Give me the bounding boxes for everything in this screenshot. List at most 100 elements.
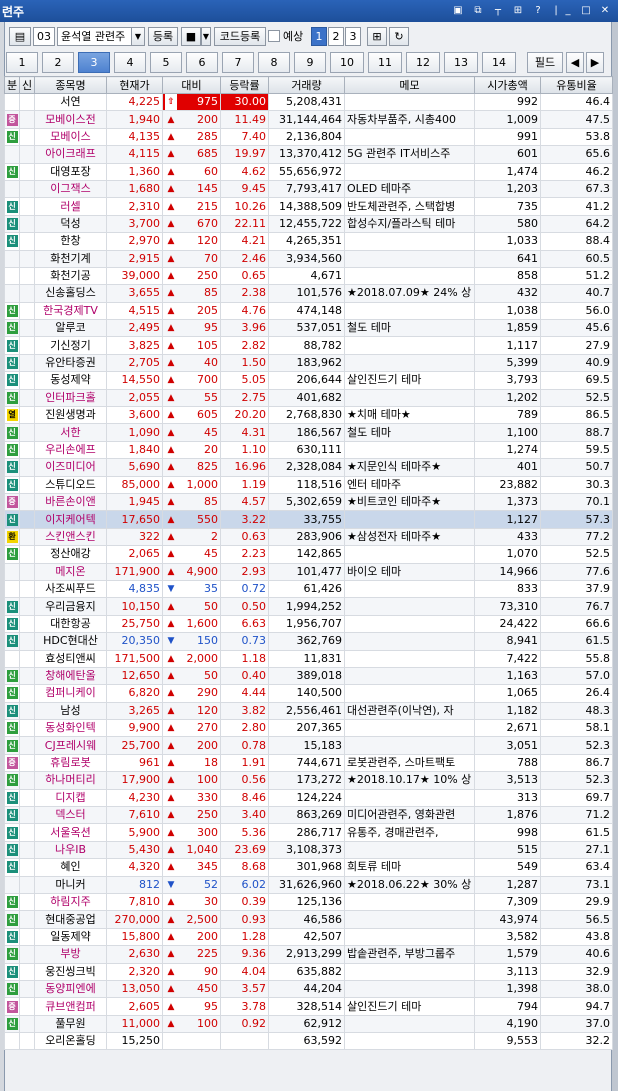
stock-name[interactable]: 대영포장: [34, 162, 107, 181]
table-row[interactable]: 신 부방 2,630 ▲ 225 9.36 2,913,299 밥솥관련주, 부방그룹주 1,5…: [4, 945, 613, 964]
table-row[interactable]: 화천기계 2,915 ▲ 70 2.46 3,934,560 641 60.5: [4, 249, 613, 268]
refresh-icon[interactable]: ↻: [389, 27, 409, 46]
table-row[interactable]: 신 서울옥션 5,900 ▲ 300 5.36 286,717 유통주, 경매관련주, 998…: [4, 823, 613, 842]
tab-1[interactable]: 1: [6, 52, 38, 73]
col-header-sin[interactable]: 신: [19, 76, 35, 94]
stock-name[interactable]: 화천기계: [34, 249, 107, 268]
page-3-button[interactable]: 3: [345, 27, 361, 46]
col-header-marketcap[interactable]: 시가총액: [474, 76, 541, 94]
table-row[interactable]: 신 동양피엔에 13,050 ▲ 450 3.57 44,204 1,398 38.0: [4, 979, 613, 999]
stock-name[interactable]: 컴퍼니케이: [34, 684, 107, 703]
stock-name[interactable]: 아이크래프: [34, 145, 107, 164]
stock-name[interactable]: 진원생명과: [34, 406, 107, 425]
table-row[interactable]: 메지온 171,900 ▲ 4,900 2.93 101,477 바이오 테마 14,966 7…: [4, 562, 613, 581]
stock-name[interactable]: 서한: [34, 423, 107, 442]
table-row[interactable]: 신 덱스터 7,610 ▲ 250 3.40 863,269 미디어관련주, 영화관련 1,87…: [4, 806, 613, 825]
table-row[interactable]: 신 이지케어텍 17,650 ▲ 550 3.22 33,755 1,127 57.3: [4, 510, 613, 529]
stock-name[interactable]: 동성제약: [34, 371, 107, 390]
table-row[interactable]: 신 남성 3,265 ▲ 120 3.82 2,556,461 대선관련주(이낙연), 자 1,…: [4, 701, 613, 721]
table-row[interactable]: 신 하나머티리 17,900 ▲ 100 0.56 173,272 ★2018.10.17★ …: [4, 771, 613, 790]
stock-name[interactable]: 알루코: [34, 319, 107, 338]
stock-name[interactable]: 스킨앤스킨: [34, 527, 107, 547]
field-button[interactable]: 필드: [527, 52, 563, 73]
table-row[interactable]: 신 웅진씽크빅 2,320 ▲ 90 4.04 635,882 3,113 32.9: [4, 962, 613, 981]
pin-icon[interactable]: ┬: [490, 3, 506, 18]
tab-9[interactable]: 9: [294, 52, 326, 73]
table-row[interactable]: 이그잭스 1,680 ▲ 145 9.45 7,793,417 OLED 테마주 1,203 6…: [4, 179, 613, 199]
page-2-button[interactable]: 2: [328, 27, 344, 46]
table-row[interactable]: 신 한국경제TV 4,515 ▲ 205 4.76 474,148 1,038 56.0: [4, 301, 613, 321]
table-row[interactable]: 신 우리금융지 10,150 ▲ 50 0.50 1,994,252 73,310 76.7: [4, 597, 613, 616]
table-row[interactable]: 신 동성화인텍 9,900 ▲ 270 2.80 207,365 2,671 58.1: [4, 719, 613, 738]
stock-name[interactable]: 이즈미디어: [34, 458, 107, 477]
col-header-memo[interactable]: 메모: [344, 76, 475, 94]
forecast-checkbox[interactable]: [268, 30, 280, 42]
table-row[interactable]: 증 큐브앤컴퍼 2,605 ▲ 95 3.78 328,514 살인진드기 테마 794 94.7: [4, 997, 613, 1016]
tab-2[interactable]: 2: [42, 52, 74, 73]
table-row[interactable]: 신 나우IB 5,430 ▲ 1,040 23.69 3,108,373 515 27.1: [4, 840, 613, 860]
table-row[interactable]: 신 디지캡 4,230 ▲ 330 8.46 124,224 313 69.7: [4, 788, 613, 808]
table-row[interactable]: 아이크래프 4,115 ▲ 685 19.97 13,370,412 5G 관련주 IT서비…: [4, 145, 613, 164]
menu-icon[interactable]: ▤: [9, 27, 31, 46]
col-header-bun[interactable]: 분: [4, 76, 20, 94]
stock-name[interactable]: 현대중공업: [34, 910, 107, 929]
stock-name[interactable]: 하나머티리: [34, 771, 107, 790]
table-row[interactable]: 사조씨푸드 4,835 ▼ 35 0.72 61,426 833 37.9: [4, 579, 613, 599]
stock-name[interactable]: 모베이스전: [34, 110, 107, 129]
stock-name[interactable]: 메지온: [34, 562, 107, 581]
col-header-volume[interactable]: 거래량: [268, 76, 345, 94]
table-row[interactable]: 신 혜인 4,320 ▲ 345 8.68 301,968 희토류 테마 549 63.4: [4, 858, 613, 877]
stock-name[interactable]: 우리금융지: [34, 597, 107, 616]
table-row[interactable]: 신 대영포장 1,360 ▲ 60 4.62 55,656,972 1,474 46.2: [4, 162, 613, 181]
table-row[interactable]: 환 스킨앤스킨 322 ▲ 2 0.63 283,906 ★삼성전자 테마주★ 433 77.2: [4, 527, 613, 547]
table-row[interactable]: 신 컴퍼니케이 6,820 ▲ 290 4.44 140,500 1,065 26.4: [4, 684, 613, 703]
col-header-rate[interactable]: 등락률: [220, 76, 269, 94]
table-row[interactable]: 신 러셀 2,310 ▲ 215 10.26 14,388,509 반도체관련주, 스택합병 7…: [4, 197, 613, 216]
stock-name[interactable]: 유안타증권: [34, 353, 107, 373]
chevron-down-icon[interactable]: ▼: [201, 27, 211, 46]
table-row[interactable]: 화천기공 39,000 ▲ 250 0.65 4,671 858 51.2: [4, 266, 613, 286]
table-row[interactable]: 신 현대중공업 270,000 ▲ 2,500 0.93 46,586 43,974 56.5: [4, 910, 613, 929]
stock-name[interactable]: 웅진씽크빅: [34, 962, 107, 981]
stock-name[interactable]: 혜인: [34, 858, 107, 877]
stock-name[interactable]: 기신정기: [34, 336, 107, 355]
minimize-icon[interactable]: _: [560, 3, 576, 18]
tab-8[interactable]: 8: [258, 52, 290, 73]
col-header-name[interactable]: 종목명: [34, 76, 107, 94]
stock-name[interactable]: 오리온홀딩: [34, 1032, 107, 1051]
table-row[interactable]: 신 한창 2,970 ▲ 120 4.21 4,265,351 1,033 88.4: [4, 232, 613, 251]
stock-name[interactable]: 스튜디오드: [34, 475, 107, 494]
table-row[interactable]: 증 모베이스전 1,940 ▲ 200 11.49 31,144,464 자동차부품주, 시총…: [4, 110, 613, 129]
stock-name[interactable]: 사조씨푸드: [34, 579, 107, 599]
tab-7[interactable]: 7: [222, 52, 254, 73]
table-row[interactable]: 신 창해에탄올 12,650 ▲ 50 0.40 389,018 1,163 57.0: [4, 666, 613, 686]
stock-name[interactable]: 모베이스: [34, 127, 107, 147]
tab-6[interactable]: 6: [186, 52, 218, 73]
stock-name[interactable]: 부방: [34, 945, 107, 964]
chevron-down-icon[interactable]: ▼: [131, 27, 145, 46]
tab-5[interactable]: 5: [150, 52, 182, 73]
square-icon[interactable]: ■: [181, 27, 201, 46]
stock-name[interactable]: 서연: [34, 92, 107, 112]
code-register-button[interactable]: 코드등록: [214, 27, 266, 46]
tab-3[interactable]: 3: [78, 52, 110, 73]
page-1-button[interactable]: 1: [311, 27, 327, 46]
stock-name[interactable]: 일동제약: [34, 927, 107, 947]
table-row[interactable]: 효성티앤씨 171,500 ▲ 2,000 1.18 11,831 7,422 55.8: [4, 649, 613, 668]
stock-name[interactable]: 덕성: [34, 214, 107, 234]
table-row[interactable]: 신 알루코 2,495 ▲ 95 3.96 537,051 철도 테마 1,859 45.6: [4, 319, 613, 338]
table-row[interactable]: 신 일동제약 15,800 ▲ 200 1.28 42,507 3,582 43.8: [4, 927, 613, 947]
stock-name[interactable]: 한창: [34, 232, 107, 251]
layout-icon[interactable]: ▣: [450, 3, 466, 18]
next-arrow-icon[interactable]: ▶: [586, 52, 604, 73]
table-row[interactable]: 신 모베이스 4,135 ▲ 285 7.40 2,136,804 991 53.8: [4, 127, 613, 147]
help-icon[interactable]: ?: [530, 3, 546, 18]
stock-name[interactable]: 큐브앤컴퍼: [34, 997, 107, 1016]
col-header-float[interactable]: 유통비율: [540, 76, 613, 94]
table-row[interactable]: 신 우리손에프 1,840 ▲ 20 1.10 630,111 1,274 59.5: [4, 440, 613, 460]
stock-name[interactable]: HDC현대산: [34, 632, 107, 651]
stock-name[interactable]: 정산애강: [34, 545, 107, 564]
table-icon[interactable]: ⊞: [367, 27, 387, 46]
table-row[interactable]: 신 HDC현대산 20,350 ▼ 150 0.73 362,769 8,941 61.5: [4, 632, 613, 651]
stock-name[interactable]: 러셀: [34, 197, 107, 216]
